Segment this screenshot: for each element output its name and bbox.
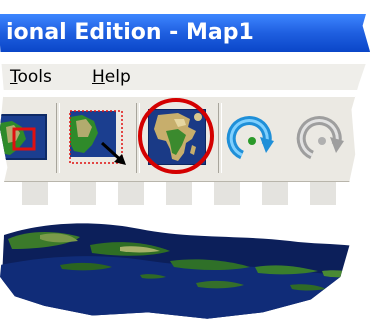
refresh-disabled-icon (296, 116, 344, 160)
toolbar-separator (56, 103, 60, 173)
refresh-disabled-button[interactable] (296, 111, 348, 165)
window-title-bar: ional Edition - Map1 (0, 14, 370, 52)
toolbar (0, 96, 370, 182)
satellite-map-image (0, 205, 370, 319)
refresh-button[interactable] (226, 111, 278, 165)
map-layer-button[interactable] (0, 109, 50, 165)
map-layer-icon (0, 114, 47, 160)
menu-tools[interactable]: Tools (10, 64, 52, 90)
refresh-icon (226, 116, 274, 160)
toolbar-separator (136, 103, 140, 173)
full-extent-globe-icon (147, 108, 207, 166)
menu-help[interactable]: Help (92, 64, 131, 90)
map-view[interactable] (0, 205, 370, 319)
window-title: ional Edition - Map1 (6, 20, 254, 45)
menu-bar: Tools Help (0, 64, 370, 90)
zoom-to-selection-icon (69, 110, 126, 165)
zoom-to-selection-button[interactable] (66, 107, 132, 169)
full-extent-button[interactable] (147, 108, 207, 166)
menu-help-label: elp (104, 67, 131, 87)
menu-tools-accelerator: T (10, 67, 18, 87)
screenshot-fragment: ional Edition - Map1 Tools Help (0, 0, 370, 319)
toolbar-separator (218, 103, 222, 173)
menu-help-accelerator: H (92, 67, 105, 87)
menu-tools-label: ools (17, 67, 52, 87)
